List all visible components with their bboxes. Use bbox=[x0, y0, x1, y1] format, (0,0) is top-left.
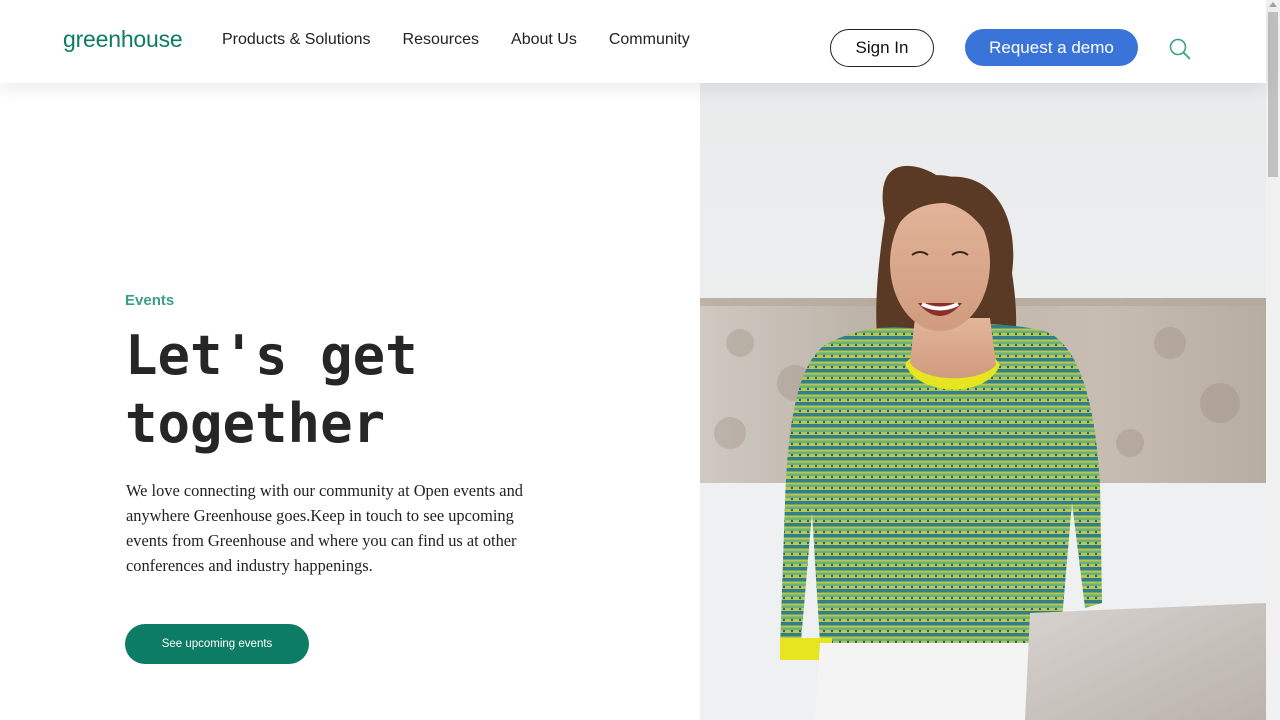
scroll-up-arrow-icon[interactable] bbox=[1269, 2, 1277, 7]
hero-title: Let's get together bbox=[125, 324, 418, 455]
greenhouse-logo[interactable]: greenhouse bbox=[63, 26, 183, 53]
nav-products-solutions[interactable]: Products & Solutions bbox=[222, 31, 371, 49]
section-eyebrow: Events bbox=[125, 292, 175, 309]
main-nav: Products & Solutions Resources About Us … bbox=[222, 31, 722, 49]
hero-photo bbox=[700, 83, 1266, 720]
nav-about-us[interactable]: About Us bbox=[511, 31, 577, 49]
see-upcoming-events-button[interactable]: See upcoming events bbox=[125, 624, 309, 664]
page-scrollbar[interactable] bbox=[1266, 0, 1280, 720]
scrollbar-thumb[interactable] bbox=[1268, 12, 1278, 177]
nav-community[interactable]: Community bbox=[609, 31, 690, 49]
sign-in-button[interactable]: Sign In bbox=[830, 29, 934, 67]
site-header: greenhouse Products & Solutions Resource… bbox=[0, 0, 1266, 83]
search-icon[interactable] bbox=[1168, 37, 1192, 61]
hero-description: We love connecting with our community at… bbox=[126, 481, 523, 575]
request-demo-button[interactable]: Request a demo bbox=[965, 29, 1138, 66]
nav-resources[interactable]: Resources bbox=[403, 31, 479, 49]
